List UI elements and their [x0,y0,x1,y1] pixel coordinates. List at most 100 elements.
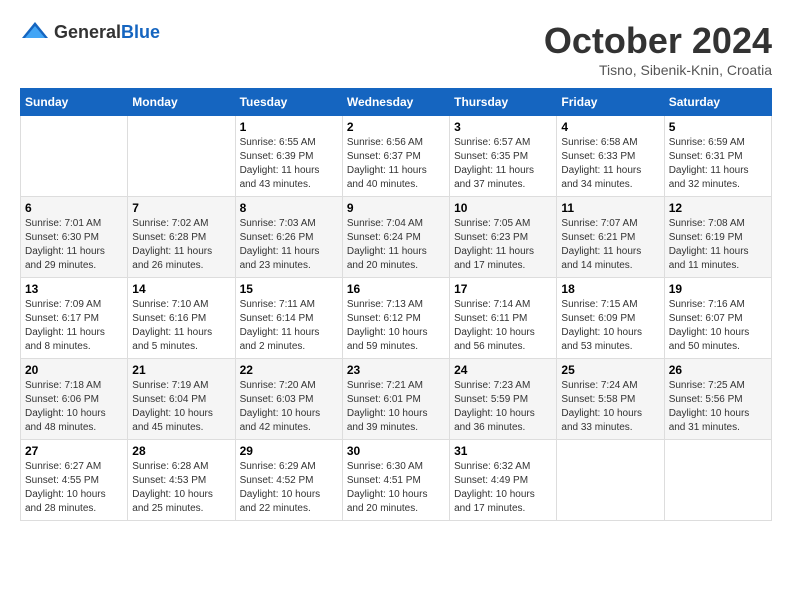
calendar-cell: 31Sunrise: 6:32 AM Sunset: 4:49 PM Dayli… [450,440,557,521]
calendar-cell: 14Sunrise: 7:10 AM Sunset: 6:16 PM Dayli… [128,278,235,359]
day-info: Sunrise: 7:21 AM Sunset: 6:01 PM Dayligh… [347,379,445,435]
day-number: 6 [25,201,123,215]
title-section: October 2024 Tisno, Sibenik-Knin, Croati… [544,20,772,78]
day-info: Sunrise: 7:20 AM Sunset: 6:03 PM Dayligh… [240,379,338,435]
calendar-cell: 20Sunrise: 7:18 AM Sunset: 6:06 PM Dayli… [21,359,128,440]
calendar-cell [128,116,235,197]
calendar-cell: 15 Sunrise: 7:11 AM Sunset: 6:14 PM Dayli… [235,278,342,359]
calendar-cell: 7 Sunrise: 7:02 AM Sunset: 6:28 PM Daylig… [128,197,235,278]
calendar-cell: 6 Sunrise: 7:01 AM Sunset: 6:30 PM Daylig… [21,197,128,278]
day-info: Sunrise: 7:11 AM Sunset: 6:14 PM Dayligh… [240,298,338,354]
day-info: Sunrise: 7:01 AM Sunset: 6:30 PM Dayligh… [25,217,123,273]
calendar-cell: 8 Sunrise: 7:03 AM Sunset: 6:26 PM Daylig… [235,197,342,278]
day-number: 15 [240,282,338,296]
day-number: 7 [132,201,230,215]
day-info: Sunrise: 7:14 AM Sunset: 6:11 PM Dayligh… [454,298,552,354]
day-info: Sunrise: 7:04 AM Sunset: 6:24 PM Dayligh… [347,217,445,273]
day-number: 28 [132,444,230,458]
day-number: 19 [669,282,767,296]
day-number: 23 [347,363,445,377]
day-number: 18 [561,282,659,296]
day-info: Sunrise: 7:09 AM Sunset: 6:17 PM Dayligh… [25,298,123,354]
day-number: 24 [454,363,552,377]
weekday-header-tuesday: Tuesday [235,89,342,116]
day-info: Sunrise: 7:02 AM Sunset: 6:28 PM Dayligh… [132,217,230,273]
day-number: 8 [240,201,338,215]
day-info: Sunrise: 6:32 AM Sunset: 4:49 PM Dayligh… [454,460,552,516]
logo: GeneralBlue [20,20,160,44]
day-info: Sunrise: 7:19 AM Sunset: 6:04 PM Dayligh… [132,379,230,435]
day-number: 22 [240,363,338,377]
day-info: Sunrise: 7:25 AM Sunset: 5:56 PM Dayligh… [669,379,767,435]
day-info: Sunrise: 7:03 AM Sunset: 6:26 PM Dayligh… [240,217,338,273]
day-info: Sunrise: 7:15 AM Sunset: 6:09 PM Dayligh… [561,298,659,354]
day-number: 11 [561,201,659,215]
weekday-header-thursday: Thursday [450,89,557,116]
calendar-cell: 11 Sunrise: 7:07 AM Sunset: 6:21 PM Dayli… [557,197,664,278]
day-info: Sunrise: 6:29 AM Sunset: 4:52 PM Dayligh… [240,460,338,516]
day-info: Sunrise: 6:56 AM Sunset: 6:37 PM Dayligh… [347,136,445,192]
day-number: 26 [669,363,767,377]
day-info: Sunrise: 7:10 AM Sunset: 6:16 PM Dayligh… [132,298,230,354]
calendar-week-row: 20Sunrise: 7:18 AM Sunset: 6:06 PM Dayli… [21,359,772,440]
day-number: 13 [25,282,123,296]
calendar-week-row: 13 Sunrise: 7:09 AM Sunset: 6:17 PM Dayli… [21,278,772,359]
calendar-cell: 10Sunrise: 7:05 AM Sunset: 6:23 PM Dayli… [450,197,557,278]
day-number: 3 [454,120,552,134]
calendar-cell: 16Sunrise: 7:13 AM Sunset: 6:12 PM Dayli… [342,278,449,359]
day-info: Sunrise: 6:57 AM Sunset: 6:35 PM Dayligh… [454,136,552,192]
day-number: 27 [25,444,123,458]
day-number: 2 [347,120,445,134]
calendar-cell: 1 Sunrise: 6:55 AM Sunset: 6:39 PM Daylig… [235,116,342,197]
day-number: 21 [132,363,230,377]
day-number: 25 [561,363,659,377]
weekday-header-sunday: Sunday [21,89,128,116]
day-info: Sunrise: 6:30 AM Sunset: 4:51 PM Dayligh… [347,460,445,516]
calendar-cell: 21 Sunrise: 7:19 AM Sunset: 6:04 PM Dayli… [128,359,235,440]
calendar-cell: 9 Sunrise: 7:04 AM Sunset: 6:24 PM Daylig… [342,197,449,278]
calendar-cell: 2 Sunrise: 6:56 AM Sunset: 6:37 PM Daylig… [342,116,449,197]
page-header: GeneralBlue October 2024 Tisno, Sibenik-… [20,20,772,78]
day-info: Sunrise: 7:07 AM Sunset: 6:21 PM Dayligh… [561,217,659,273]
calendar-cell: 3 Sunrise: 6:57 AM Sunset: 6:35 PM Daylig… [450,116,557,197]
weekday-header-row: SundayMondayTuesdayWednesdayThursdayFrid… [21,89,772,116]
day-number: 16 [347,282,445,296]
calendar-week-row: 1 Sunrise: 6:55 AM Sunset: 6:39 PM Daylig… [21,116,772,197]
calendar-cell: 28Sunrise: 6:28 AM Sunset: 4:53 PM Dayli… [128,440,235,521]
calendar-week-row: 6 Sunrise: 7:01 AM Sunset: 6:30 PM Daylig… [21,197,772,278]
month-year-title: October 2024 [544,20,772,62]
weekday-header-friday: Friday [557,89,664,116]
calendar-cell: 23 Sunrise: 7:21 AM Sunset: 6:01 PM Dayli… [342,359,449,440]
logo-icon [20,20,50,44]
weekday-header-wednesday: Wednesday [342,89,449,116]
day-info: Sunrise: 7:05 AM Sunset: 6:23 PM Dayligh… [454,217,552,273]
weekday-header-saturday: Saturday [664,89,771,116]
day-info: Sunrise: 7:23 AM Sunset: 5:59 PM Dayligh… [454,379,552,435]
calendar-cell: 22 Sunrise: 7:20 AM Sunset: 6:03 PM Dayli… [235,359,342,440]
day-info: Sunrise: 7:24 AM Sunset: 5:58 PM Dayligh… [561,379,659,435]
calendar-cell: 12 Sunrise: 7:08 AM Sunset: 6:19 PM Dayli… [664,197,771,278]
weekday-header-monday: Monday [128,89,235,116]
calendar-cell: 27Sunrise: 6:27 AM Sunset: 4:55 PM Dayli… [21,440,128,521]
calendar-cell: 29Sunrise: 6:29 AM Sunset: 4:52 PM Dayli… [235,440,342,521]
day-number: 5 [669,120,767,134]
calendar-cell: 18 Sunrise: 7:15 AM Sunset: 6:09 PM Dayli… [557,278,664,359]
day-number: 17 [454,282,552,296]
calendar-cell [21,116,128,197]
day-number: 9 [347,201,445,215]
calendar-cell [664,440,771,521]
location-subtitle: Tisno, Sibenik-Knin, Croatia [544,62,772,78]
calendar-cell: 25 Sunrise: 7:24 AM Sunset: 5:58 PM Dayli… [557,359,664,440]
calendar-table: SundayMondayTuesdayWednesdayThursdayFrid… [20,88,772,521]
calendar-cell: 5Sunrise: 6:59 AM Sunset: 6:31 PM Daylig… [664,116,771,197]
day-info: Sunrise: 6:55 AM Sunset: 6:39 PM Dayligh… [240,136,338,192]
logo-general-text: General [54,22,121,42]
calendar-week-row: 27Sunrise: 6:27 AM Sunset: 4:55 PM Dayli… [21,440,772,521]
calendar-cell: 13 Sunrise: 7:09 AM Sunset: 6:17 PM Dayli… [21,278,128,359]
day-number: 1 [240,120,338,134]
day-info: Sunrise: 7:16 AM Sunset: 6:07 PM Dayligh… [669,298,767,354]
day-number: 4 [561,120,659,134]
day-info: Sunrise: 7:08 AM Sunset: 6:19 PM Dayligh… [669,217,767,273]
day-number: 30 [347,444,445,458]
day-number: 12 [669,201,767,215]
